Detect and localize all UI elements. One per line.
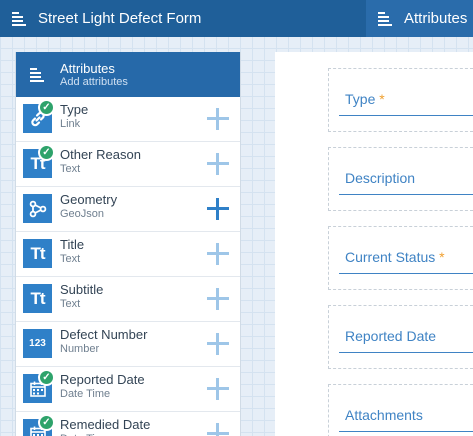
form-field-type[interactable]: Type *	[328, 68, 473, 132]
required-marker: *	[379, 91, 385, 107]
field-underline	[339, 352, 473, 353]
check-icon: ✓	[38, 369, 55, 386]
attribute-type: Date Time	[60, 388, 111, 400]
list-icon	[30, 67, 44, 83]
attribute-name: Reported Date	[60, 372, 145, 387]
top-bar: Street Light Defect Form Attributes	[0, 0, 473, 37]
attribute-type: GeoJson	[60, 208, 105, 220]
attribute-name: Type	[60, 102, 89, 117]
attribute-name: Geometry	[60, 192, 118, 207]
attribute-item-remedied-date[interactable]: ✓ Remedied Date Date Time	[16, 412, 240, 436]
form-field-reported-date[interactable]: Reported Date	[328, 305, 473, 369]
add-icon[interactable]	[207, 333, 229, 355]
attribute-name: Title	[60, 237, 85, 252]
attribute-name: Other Reason	[60, 147, 141, 162]
attribute-type: Text	[60, 298, 81, 310]
attribute-item-subtitle[interactable]: Tt Subtitle Text	[16, 277, 240, 322]
attribute-name: Subtitle	[60, 282, 104, 297]
list-icon	[12, 11, 26, 27]
field-underline	[339, 115, 473, 116]
attribute-item-reported-date[interactable]: ✓ Reported Date Date Time	[16, 367, 240, 412]
check-icon: ✓	[38, 144, 55, 161]
add-icon[interactable]	[207, 378, 229, 400]
field-label: Current Status	[345, 249, 436, 265]
tab-attributes-label: Attributes	[404, 10, 468, 27]
attribute-item-other-reason[interactable]: Tt ✓ Other Reason Text	[16, 142, 240, 187]
attribute-name: Remedied Date	[60, 417, 151, 432]
field-label: Reported Date	[345, 328, 437, 344]
field-underline	[339, 273, 473, 274]
attribute-type: Text	[60, 163, 81, 175]
form-canvas: Type * Description Current Status * Repo…	[275, 52, 473, 436]
form-field-description[interactable]: Description	[328, 147, 473, 211]
form-field-current-status[interactable]: Current Status *	[328, 226, 473, 290]
list-icon	[378, 11, 392, 27]
attribute-item-title[interactable]: Tt Title Text	[16, 232, 240, 277]
tab-attributes[interactable]: Attributes	[366, 0, 473, 37]
text-icon: Tt	[23, 239, 52, 268]
geometry-icon	[23, 194, 52, 223]
number-icon: 123	[23, 329, 52, 358]
form-title-area: Street Light Defect Form	[0, 0, 366, 37]
field-underline	[339, 194, 473, 195]
add-icon[interactable]	[207, 423, 229, 436]
panel-title: Attributes	[60, 60, 115, 76]
add-icon[interactable]	[207, 198, 229, 220]
attribute-name: Defect Number	[60, 327, 148, 342]
attribute-type: Link	[60, 118, 81, 130]
check-icon: ✓	[38, 414, 55, 431]
attributes-panel: Attributes Add attributes ✓ Type Link Tt…	[15, 52, 241, 436]
form-title: Street Light Defect Form	[38, 10, 202, 27]
add-icon[interactable]	[207, 108, 229, 130]
attribute-item-type[interactable]: ✓ Type Link	[16, 97, 240, 142]
attribute-item-defect-number[interactable]: 123 Defect Number Number	[16, 322, 240, 367]
add-icon[interactable]	[207, 243, 229, 265]
add-icon[interactable]	[207, 153, 229, 175]
required-marker: *	[439, 249, 445, 265]
add-icon[interactable]	[207, 288, 229, 310]
attribute-item-geometry[interactable]: Geometry GeoJson	[16, 187, 240, 232]
field-underline	[339, 431, 473, 432]
field-label: Type	[345, 91, 376, 107]
attribute-type: Number	[60, 343, 100, 355]
form-field-attachments[interactable]: Attachments	[328, 384, 473, 436]
panel-subtitle: Add attributes	[60, 75, 128, 88]
check-icon: ✓	[38, 99, 55, 116]
field-label: Description	[345, 170, 416, 186]
attributes-panel-header: Attributes Add attributes	[16, 52, 240, 97]
field-label: Attachments	[345, 407, 423, 423]
attribute-type: Text	[60, 253, 81, 265]
text-icon: Tt	[23, 284, 52, 313]
